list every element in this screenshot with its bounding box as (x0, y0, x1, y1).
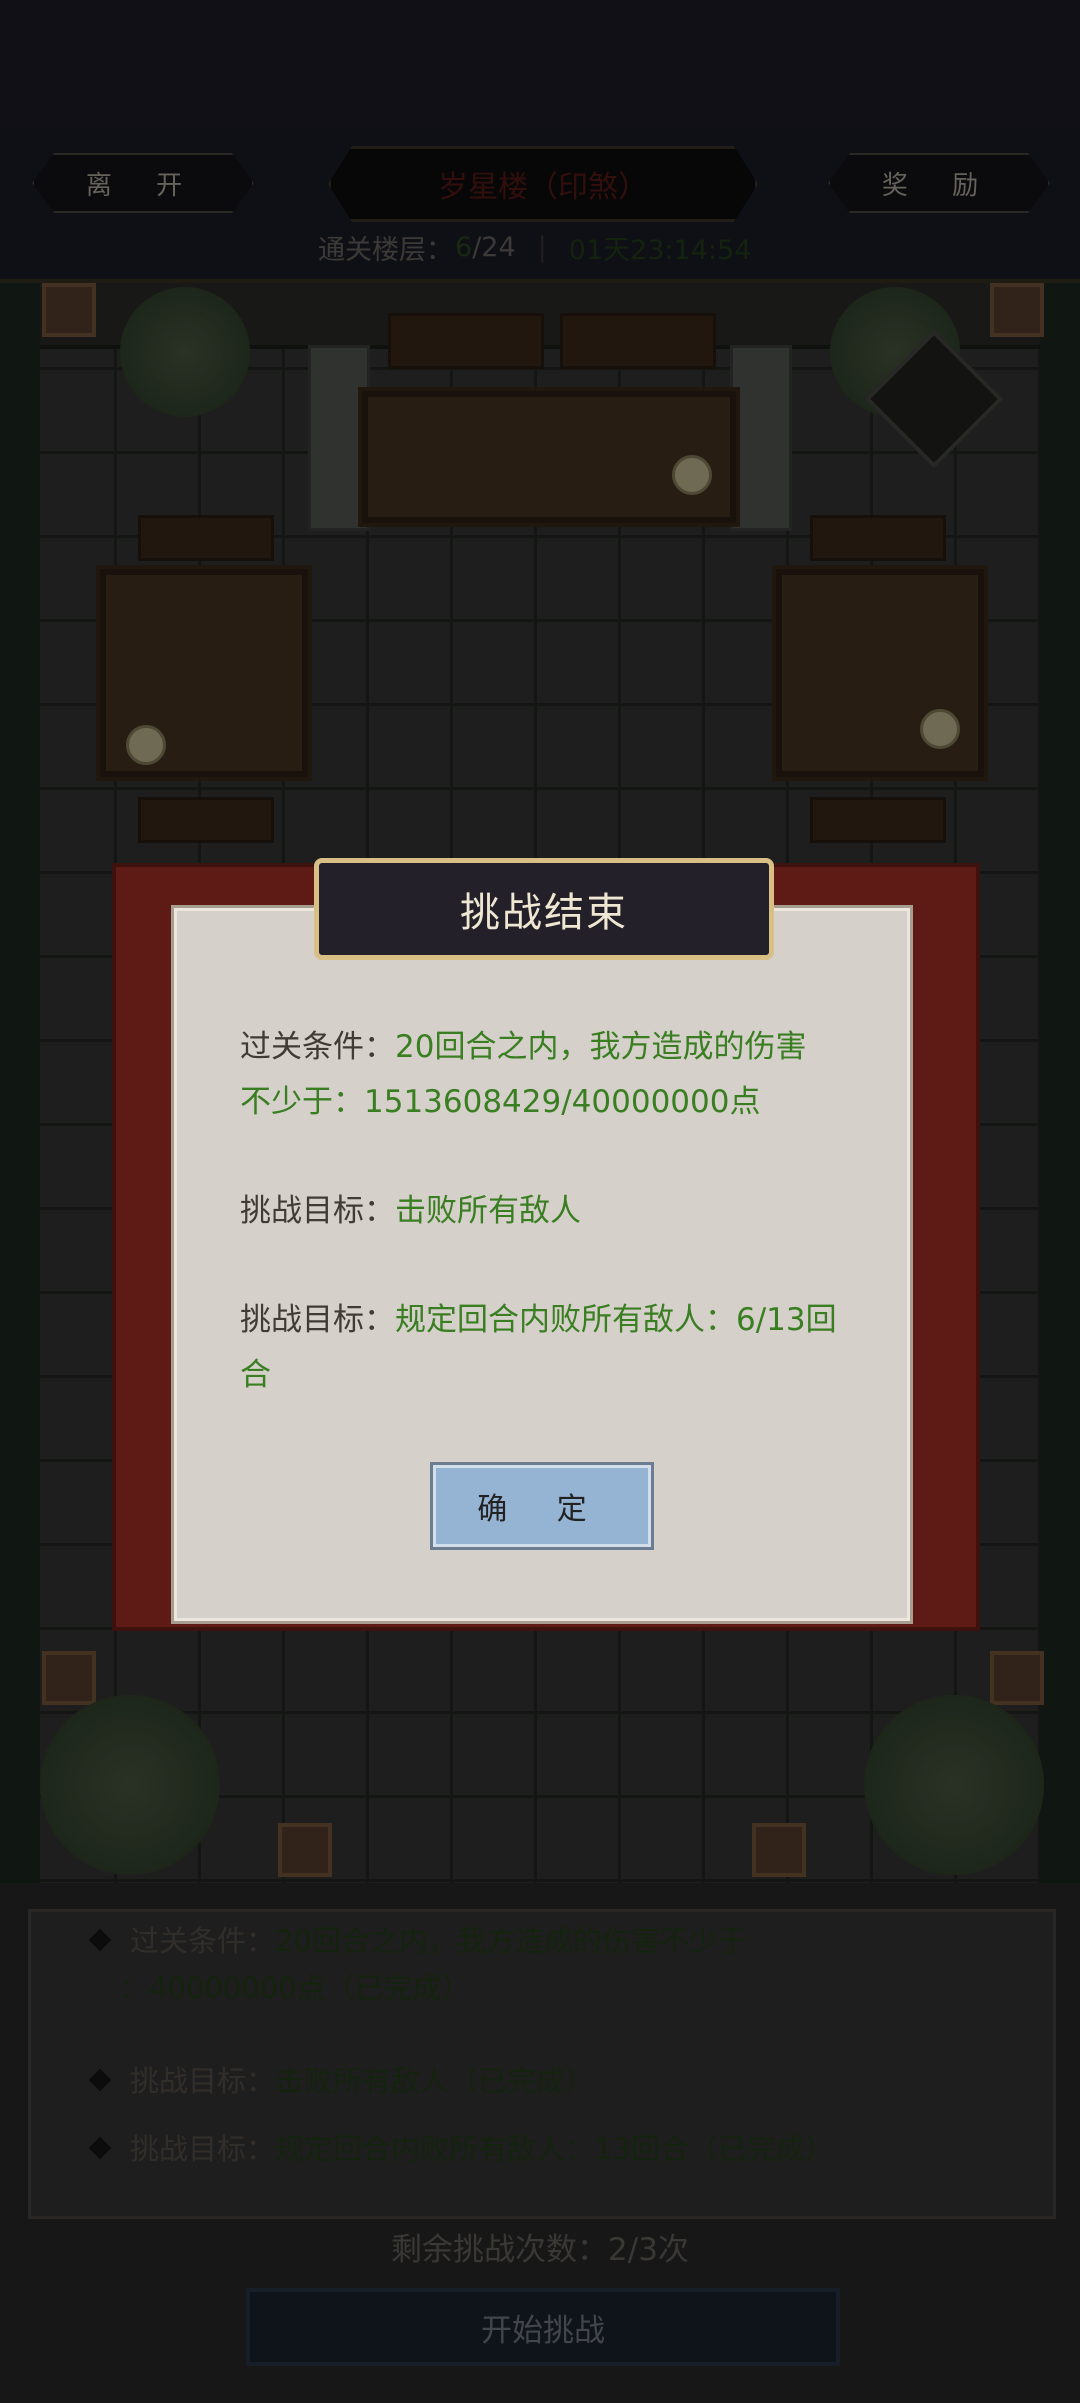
dialog-condition-line: 过关条件：20回合之内，我方造成的伤害 (240, 1020, 850, 1075)
dialog-goal2-line: 挑战目标：规定回合内败所有敌人：6/13回 (240, 1293, 850, 1348)
dialog-goal1-label: 挑战目标： (240, 1193, 395, 1229)
dialog-goal2-label: 挑战目标： (240, 1302, 395, 1338)
dialog-condition-text: 20回合之内，我方造成的伤害 (395, 1029, 807, 1065)
dialog-goal1-line: 挑战目标：击败所有敌人 (240, 1184, 850, 1239)
dialog-condition-text-2: 不少于：1513608429/40000000点 (240, 1084, 761, 1120)
dialog-condition-label: 过关条件： (240, 1029, 395, 1065)
dialog-title: 挑战结束 (314, 858, 774, 960)
dialog-goal2-text: 规定回合内败所有敌人：6/13回 (395, 1302, 837, 1338)
dialog-goal2-line-2: 合 (240, 1348, 850, 1403)
dialog-goal1-text: 击败所有敌人 (395, 1193, 581, 1229)
dialog-goal2-text-2: 合 (240, 1357, 271, 1393)
confirm-button[interactable]: 确 定 (430, 1462, 654, 1550)
dialog-condition-line-2: 不少于：1513608429/40000000点 (240, 1075, 850, 1130)
